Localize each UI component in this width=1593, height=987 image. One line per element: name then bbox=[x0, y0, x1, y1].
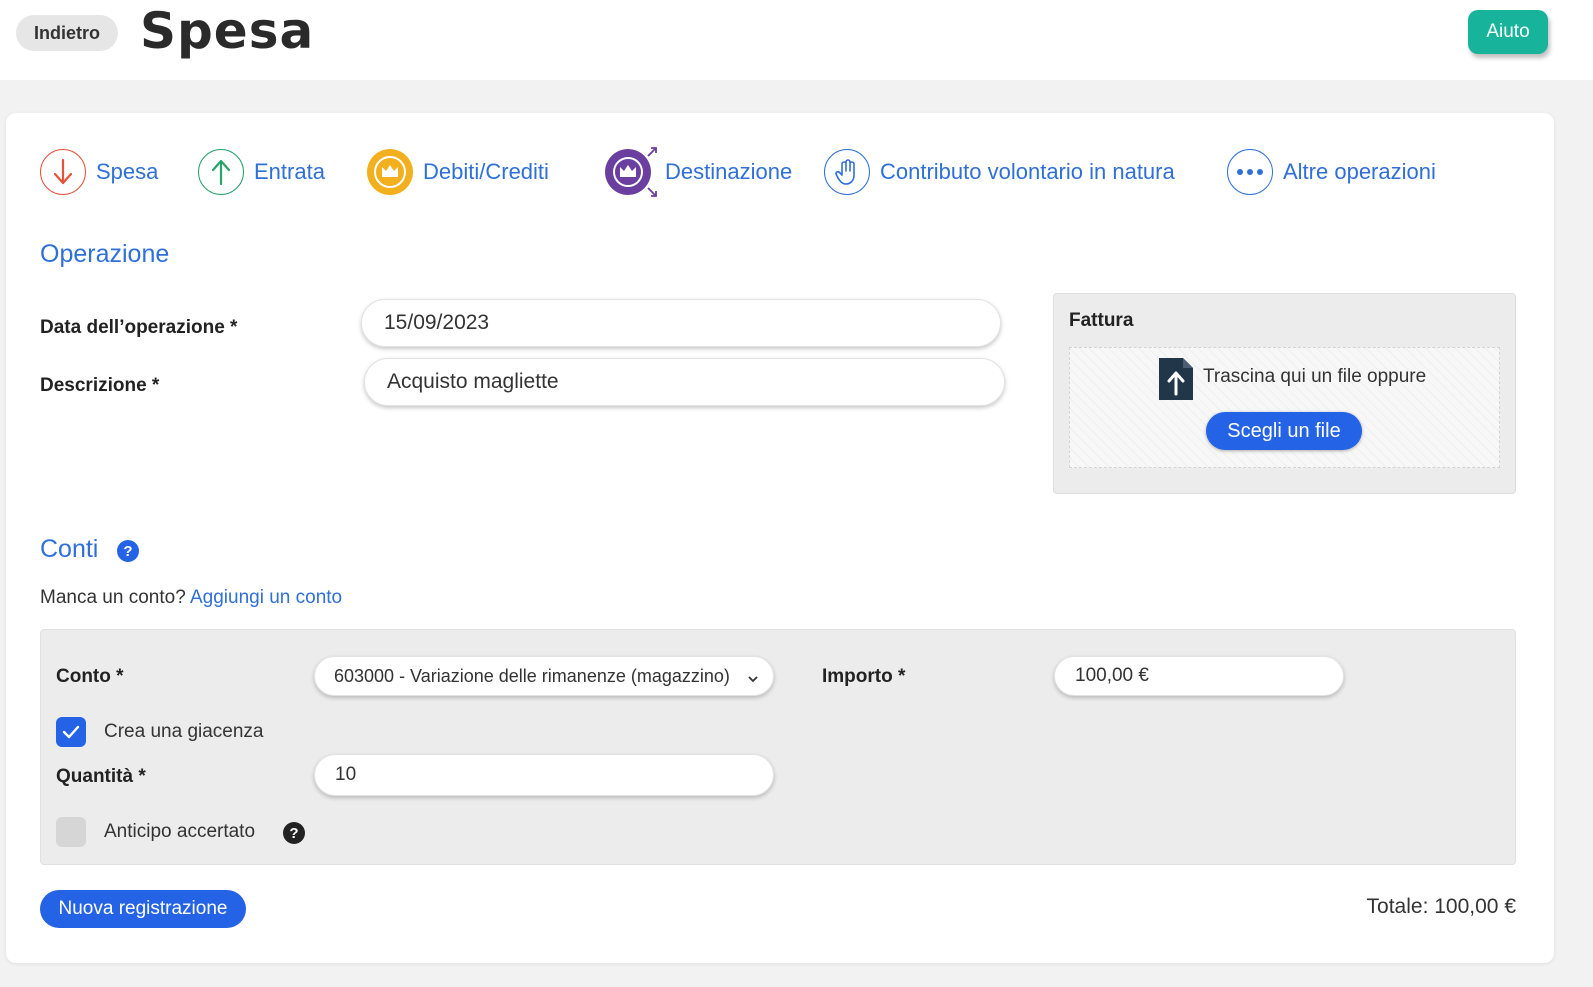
account-select[interactable]: 603000 - Variazione delle rimanenze (mag… bbox=[314, 656, 774, 696]
more-icon bbox=[1227, 149, 1273, 195]
total-text: Totale: 100,00 € bbox=[1366, 895, 1516, 918]
accounts-section-title: Conti bbox=[40, 535, 99, 563]
optype-label: Contributo volontario in natura bbox=[880, 159, 1175, 184]
choose-file-button[interactable]: Scegli un file bbox=[1206, 412, 1362, 450]
drop-text: Trascina qui un file oppure bbox=[1203, 366, 1427, 387]
help-question-icon[interactable]: ? bbox=[116, 539, 140, 568]
checkmark-icon bbox=[62, 725, 80, 739]
back-button[interactable]: Indietro bbox=[16, 15, 118, 51]
quantity-field[interactable]: 10 bbox=[314, 754, 774, 796]
new-registration-button[interactable]: Nuova registrazione bbox=[40, 890, 246, 928]
chevron-down-icon bbox=[747, 669, 759, 690]
file-upload-icon bbox=[1157, 356, 1195, 407]
crown-icon bbox=[367, 149, 413, 195]
optype-label: Altre operazioni bbox=[1283, 159, 1436, 184]
accounts-panel: Conto * 603000 - Variazione delle rimane… bbox=[40, 629, 1516, 865]
help-button[interactable]: Aiuto bbox=[1468, 10, 1548, 54]
advance-help-icon[interactable]: ? bbox=[282, 821, 306, 850]
date-field[interactable]: 15/09/2023 bbox=[361, 299, 1001, 347]
optype-label: Entrata bbox=[254, 159, 325, 184]
account-label: Conto * bbox=[56, 666, 124, 687]
operation-section-title: Operazione bbox=[40, 240, 170, 268]
invoice-panel: Fattura Trascina qui un file oppure Sceg… bbox=[1053, 293, 1516, 494]
missing-account-text: Manca un conto? bbox=[40, 587, 186, 608]
invoice-title: Fattura bbox=[1069, 310, 1134, 331]
optype-destinazione[interactable]: Destinazione bbox=[605, 147, 792, 197]
create-stock-label: Crea una giacenza bbox=[104, 721, 264, 742]
optype-label: Spesa bbox=[96, 159, 159, 184]
svg-text:?: ? bbox=[123, 543, 132, 560]
file-dropzone[interactable]: Trascina qui un file oppure Scegli un fi… bbox=[1069, 347, 1500, 468]
account-select-value: 603000 - Variazione delle rimanenze (mag… bbox=[334, 665, 730, 686]
crown-arrows-icon bbox=[605, 147, 657, 197]
arrow-up-icon bbox=[198, 149, 244, 195]
description-field[interactable]: Acquisto magliette bbox=[364, 358, 1005, 406]
optype-entrata[interactable]: Entrata bbox=[198, 147, 325, 197]
amount-field[interactable]: 100,00 € bbox=[1054, 656, 1344, 696]
main-card: Spesa Entrata Debiti/Crediti Destinazion… bbox=[6, 113, 1554, 963]
advance-label: Anticipo accertato bbox=[104, 821, 256, 842]
quantity-value: 10 bbox=[335, 764, 357, 785]
add-account-link[interactable]: Aggiungi un conto bbox=[190, 587, 342, 608]
create-stock-checkbox[interactable] bbox=[56, 717, 86, 747]
page-title: Spesa bbox=[140, 2, 315, 60]
optype-label: Destinazione bbox=[665, 159, 793, 184]
arrow-down-icon bbox=[40, 149, 86, 195]
svg-text:?: ? bbox=[289, 825, 298, 842]
missing-account-row: Manca un conto? Aggiungi un conto bbox=[40, 587, 342, 609]
description-label: Descrizione * bbox=[40, 375, 160, 396]
advance-checkbox[interactable] bbox=[56, 817, 86, 847]
operation-type-bar: Spesa Entrata Debiti/Crediti Destinazion… bbox=[40, 147, 1520, 197]
date-value: 15/09/2023 bbox=[384, 311, 490, 334]
optype-spesa[interactable]: Spesa bbox=[40, 147, 158, 197]
optype-altre-operazioni[interactable]: Altre operazioni bbox=[1227, 147, 1436, 197]
hand-icon bbox=[824, 149, 870, 195]
description-value: Acquisto magliette bbox=[387, 370, 559, 393]
optype-contributo-natura[interactable]: Contributo volontario in natura bbox=[824, 147, 1175, 197]
amount-value: 100,00 € bbox=[1075, 665, 1149, 686]
optype-label: Debiti/Crediti bbox=[423, 159, 549, 184]
quantity-label: Quantità * bbox=[56, 766, 146, 787]
amount-label: Importo * bbox=[822, 666, 906, 687]
optype-debiti-crediti[interactable]: Debiti/Crediti bbox=[367, 147, 549, 197]
date-label: Data dell’operazione * bbox=[40, 317, 238, 338]
top-bar: Indietro Spesa Aiuto bbox=[0, 0, 1593, 80]
